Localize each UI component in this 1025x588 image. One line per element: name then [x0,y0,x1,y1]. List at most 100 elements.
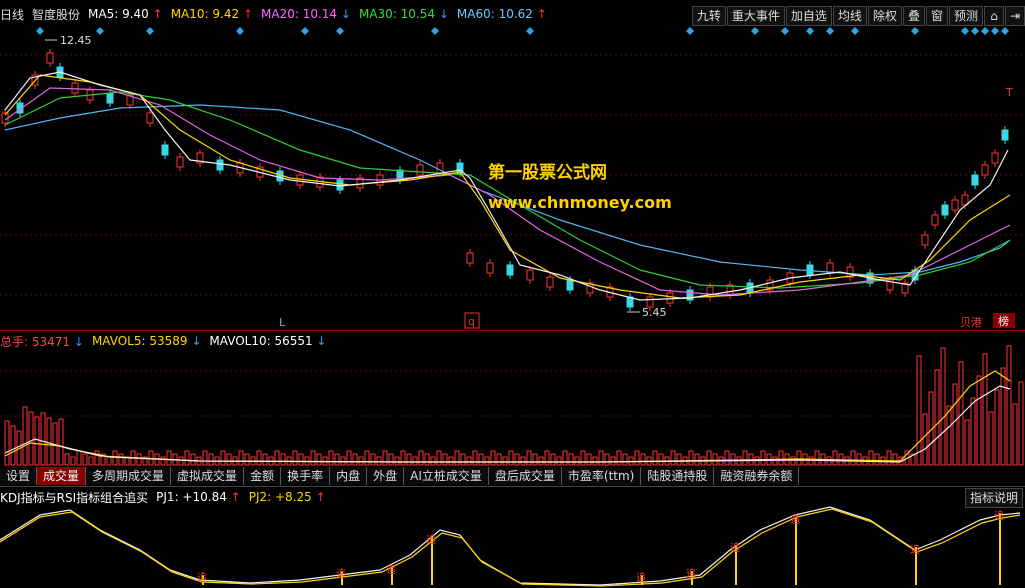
candle [931,214,939,226]
tab-12[interactable]: 融资融券余额 [714,467,800,485]
event-diamond-icon[interactable] [146,27,154,35]
candle [951,199,959,211]
volume-bar [1018,381,1024,466]
period-label[interactable]: 日线 [0,6,24,23]
marker-l: L [279,316,286,329]
ma20-value: MA20: 10.14 ↓ [261,7,351,21]
candle [941,204,949,216]
tab-7[interactable]: 外盘 [367,467,405,485]
buy-signal-label: 追 [336,567,346,580]
volume-bar [70,456,76,466]
watermark-url: www.chnmoney.com [488,193,672,212]
badge-bang[interactable]: 榜 [998,314,1009,328]
event-diamond-icon[interactable] [806,27,814,35]
volume-bar [496,453,502,466]
event-diamond-icon[interactable] [36,27,44,35]
event-diamond-icon[interactable] [686,27,694,35]
event-diamond-icon[interactable] [1001,27,1009,35]
volume-bar [208,453,214,466]
event-diamond-icon[interactable] [781,27,789,35]
jiuzhuan-button[interactable]: 九转 [691,6,726,26]
major-event-button[interactable]: 重大事件 [726,6,785,26]
add-watchlist-button[interactable]: 加自选 [785,6,832,26]
tab-5[interactable]: 换手率 [281,467,331,485]
volume-bar [556,456,562,466]
volume-bar [40,412,46,466]
volume-bar [358,456,364,466]
volume-bar [166,450,172,466]
volume-bar [10,425,16,466]
marker-q[interactable]: q [468,315,475,328]
tab-9[interactable]: 盘后成交量 [488,467,562,485]
tab-10[interactable]: 市盈率(ttm) [561,467,642,485]
volume-bar [562,450,568,466]
ma20-line [4,87,1011,296]
tab-0[interactable]: 设置 [0,467,38,485]
volume-bar [622,453,628,466]
buy-signal-label: 追 [686,567,696,580]
tab-1[interactable]: 成交量 [37,467,87,485]
volume-bar [508,450,514,466]
tab-11[interactable]: 陆股通持股 [641,467,715,485]
forecast-button[interactable]: 预测 [948,6,983,26]
event-diamond-icon[interactable] [526,27,534,35]
volume-bar [178,456,184,466]
volume-chart[interactable] [0,331,1025,467]
tab-6[interactable]: 内盘 [330,467,368,485]
volume-bar [472,450,478,466]
candle [506,264,514,276]
badge-beigang[interactable]: 贝港 [960,316,982,329]
event-diamond-icon[interactable] [911,27,919,35]
exit-icon[interactable]: ⇥ [1005,6,1025,26]
event-diamond-icon[interactable] [851,27,859,35]
tab-8[interactable]: AI立桩成交量 [404,467,489,485]
event-diamond-icon[interactable] [981,27,989,35]
moving-average-button[interactable]: 均线 [832,6,867,26]
window-button[interactable]: 窗 [925,6,948,26]
volume-bar [976,375,982,466]
volume-bar [262,453,268,466]
event-diamond-icon[interactable] [991,27,999,35]
volume-bar [46,417,52,466]
volume-bar [526,450,532,466]
event-diamond-icon[interactable] [96,27,104,35]
candle [176,156,184,168]
volume-bar [550,453,556,466]
volume-bar [370,453,376,466]
volume-bar [1000,367,1006,466]
volume-bar [406,453,412,466]
pj1-line [0,506,1021,586]
event-diamond-icon[interactable] [431,27,439,35]
event-diamond-icon[interactable] [751,27,759,35]
volume-bar [28,411,34,466]
ex-rights-button[interactable]: 除权 [867,6,902,26]
indicator-legend: KDJ指标与RSI指标组合追买 PJ1: +10.84 ↑ PJ2: +8.25… [0,489,326,505]
volume-bar [466,456,472,466]
candle [526,269,534,281]
overlay-button[interactable]: 叠 [902,6,925,26]
tab-2[interactable]: 多周期成交量 [86,467,172,485]
event-diamond-icon[interactable] [236,27,244,35]
volume-bar [442,453,448,466]
tab-3[interactable]: 虚拟成交量 [171,467,245,485]
volume-bar [742,450,748,466]
event-diamond-icon[interactable] [336,27,344,35]
event-diamond-icon[interactable] [826,27,834,35]
lock-icon[interactable]: ⌂ [984,6,1004,26]
volume-bar [724,450,730,466]
volume-bar [586,453,592,466]
candle [216,159,224,171]
event-diamond-icon[interactable] [961,27,969,35]
event-diamond-icon[interactable] [971,27,979,35]
stock-name: 智度股份 [32,7,81,22]
volume-bar [892,453,898,466]
volume-bar [808,456,814,466]
volume-bar [886,450,892,466]
tab-4[interactable]: 金额 [244,467,282,485]
indicator-chart[interactable]: 追追追追追 追追追追追 [0,505,1025,588]
volume-bar [352,453,358,466]
candle [566,279,574,291]
event-diamond-icon[interactable] [301,27,309,35]
volume-bar [604,453,610,466]
volume-bar [544,450,550,466]
